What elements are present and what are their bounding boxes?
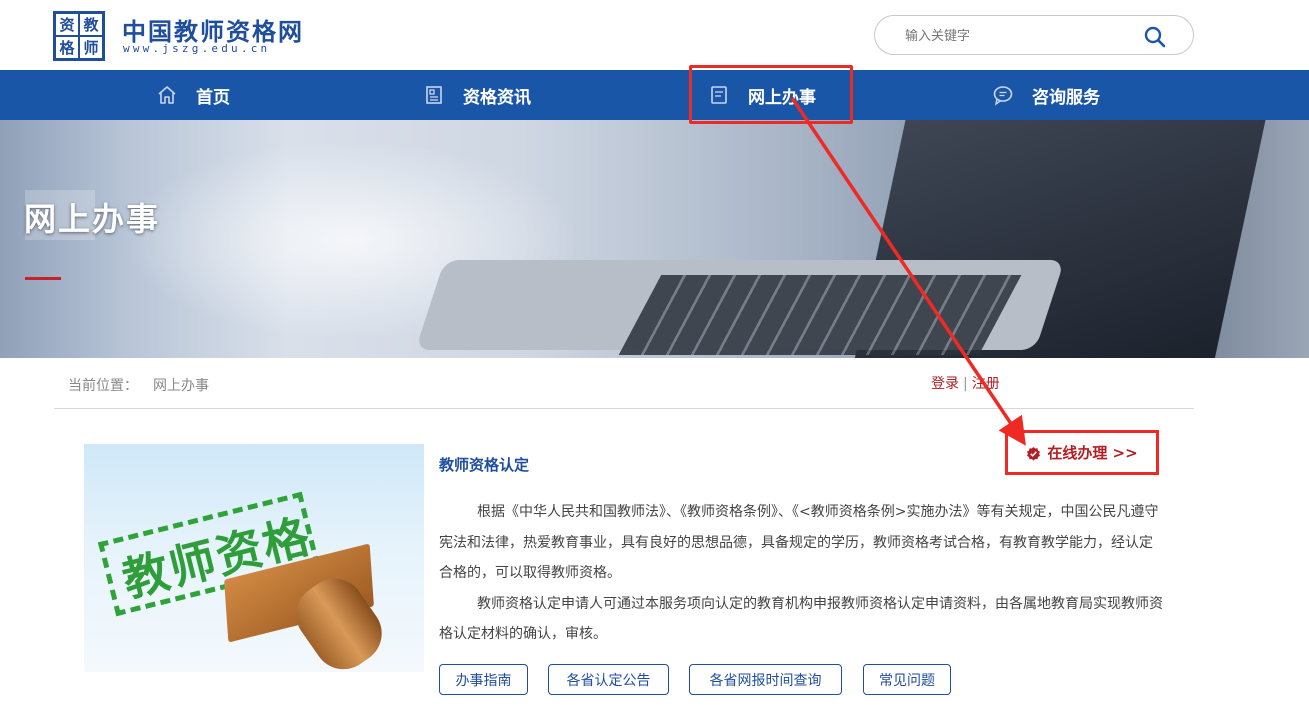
logo-char: 师 bbox=[79, 36, 103, 59]
auth-links: 登录 | 注册 bbox=[931, 373, 1000, 393]
annotation-highlight-box bbox=[689, 65, 853, 124]
breadcrumb-current[interactable]: 网上办事 bbox=[153, 375, 209, 395]
breadcrumb-label: 当前位置： bbox=[68, 378, 138, 394]
main-nav: 首页 资格资讯 网上办事 咨询服务 bbox=[0, 70, 1309, 120]
search-icon[interactable] bbox=[1143, 25, 1167, 49]
site-header: 资 教 格 师 中国教师资格网 www.jszg.edu.cn bbox=[0, 0, 1309, 70]
breadcrumb: 当前位置： 网上办事 登录 | 注册 bbox=[54, 358, 1194, 409]
province-notice-button[interactable]: 各省认定公告 bbox=[548, 664, 669, 695]
certification-image: 教师资格 bbox=[84, 444, 424, 672]
home-icon bbox=[158, 86, 176, 104]
register-link[interactable]: 注册 bbox=[972, 376, 1000, 392]
logo-char: 资 bbox=[55, 13, 79, 36]
nav-item-consult[interactable]: 咨询服务 bbox=[992, 70, 1100, 120]
keyboard-graphic bbox=[618, 275, 1022, 355]
registration-time-button[interactable]: 各省网报时间查询 bbox=[689, 664, 842, 695]
site-url: www.jszg.edu.cn bbox=[123, 42, 271, 55]
search-box bbox=[874, 15, 1194, 55]
nav-item-news[interactable]: 资格资讯 bbox=[423, 70, 531, 120]
hero-banner: 网上办事 bbox=[0, 120, 1309, 358]
banner-underline bbox=[25, 277, 61, 280]
card-title[interactable]: 教师资格认定 bbox=[439, 454, 529, 475]
auth-separator: | bbox=[963, 376, 968, 392]
faq-button[interactable]: 常见问题 bbox=[863, 664, 951, 695]
chat-icon bbox=[993, 86, 1013, 106]
site-logo[interactable]: 资 教 格 师 bbox=[53, 11, 105, 61]
verified-badge-icon bbox=[1027, 446, 1041, 461]
banner-title: 网上办事 bbox=[24, 200, 161, 238]
description-paragraph: 教师资格认定申请人可通过本服务项向认定的教育机构申报教师资格认定申请资料，由各属… bbox=[439, 595, 1163, 643]
logo-char: 教 bbox=[79, 13, 103, 36]
search-input[interactable] bbox=[905, 24, 1135, 48]
login-link[interactable]: 登录 bbox=[931, 376, 959, 392]
news-icon bbox=[426, 86, 442, 104]
nav-label: 首页 bbox=[196, 87, 230, 108]
nav-label: 资格资讯 bbox=[463, 87, 531, 108]
guide-button[interactable]: 办事指南 bbox=[439, 664, 528, 695]
logo-char: 格 bbox=[55, 36, 79, 59]
nav-label: 咨询服务 bbox=[1032, 87, 1100, 108]
card-description: 根据《中华人民共和国教师法》、《教师资格条例》、《<教师资格条例>实施办法》等有… bbox=[439, 497, 1164, 650]
description-paragraph: 根据《中华人民共和国教师法》、《教师资格条例》、《<教师资格条例>实施办法》等有… bbox=[439, 504, 1159, 581]
nav-item-home[interactable]: 首页 bbox=[156, 70, 230, 120]
online-apply-label: 在线办理 >> bbox=[1047, 444, 1138, 462]
online-apply-button[interactable]: 在线办理 >> bbox=[1005, 430, 1159, 475]
